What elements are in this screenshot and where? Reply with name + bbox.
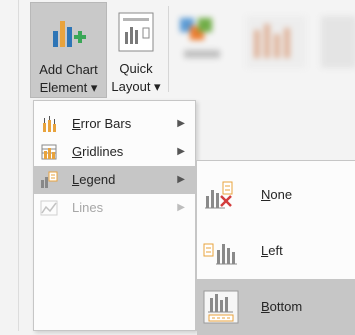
menu-item-gridlines[interactable]: Gridlines ▶ xyxy=(34,138,195,166)
legend-option-none[interactable]: None xyxy=(197,167,355,223)
menu-item-error-bars[interactable]: Error Bars ▶ xyxy=(34,110,195,138)
gridlines-icon xyxy=(41,144,57,160)
chart-ribbon: Add Chart Element ▾ Quick Layout ▾ xyxy=(0,0,355,331)
legend-option-left-label: Left xyxy=(261,243,283,258)
quick-layout-label-2: Layout ▾ xyxy=(111,79,161,94)
add-chart-element-label-2: Element ▾ xyxy=(39,80,98,95)
add-chart-element-button[interactable]: Add Chart Element ▾ xyxy=(30,2,107,98)
quick-layout-button[interactable]: Quick Layout ▾ xyxy=(108,2,164,98)
add-chart-element-menu: Error Bars ▶ Gridlines ▶ Legend ▶ Lines … xyxy=(33,100,196,331)
lines-icon xyxy=(40,200,58,216)
legend-option-bottom[interactable]: Bottom xyxy=(197,279,355,335)
quick-layout-icon xyxy=(118,12,154,52)
legend-none-icon xyxy=(205,181,233,209)
menu-item-legend-label: Legend xyxy=(72,172,116,187)
menu-item-error-bars-label: Error Bars xyxy=(72,116,132,131)
menu-item-lines-label: Lines xyxy=(72,200,104,215)
add-chart-element-label-1: Add Chart xyxy=(39,62,98,77)
legend-icon xyxy=(41,171,58,188)
submenu-arrow-icon: ▶ xyxy=(177,202,185,213)
legend-option-bottom-label: Bottom xyxy=(261,299,303,314)
quick-layout-label-1: Quick xyxy=(119,61,153,76)
add-chart-element-icon xyxy=(53,21,86,47)
menu-item-lines: Lines ▶ xyxy=(34,194,195,222)
legend-submenu: None Left Bottom xyxy=(196,160,355,335)
legend-option-none-label: None xyxy=(261,187,293,202)
legend-option-left[interactable]: Left xyxy=(197,223,355,279)
menu-item-gridlines-label: Gridlines xyxy=(72,144,124,159)
ribbon-edge xyxy=(18,0,19,331)
ribbon-separator xyxy=(168,6,169,92)
menu-item-legend[interactable]: Legend ▶ xyxy=(34,166,195,194)
legend-bottom-icon xyxy=(203,290,239,324)
chart-styles-gallery xyxy=(180,16,355,68)
submenu-arrow-icon: ▶ xyxy=(177,146,185,157)
legend-left-icon xyxy=(203,243,237,265)
submenu-arrow-icon: ▶ xyxy=(177,118,185,129)
error-bars-icon xyxy=(43,116,56,132)
submenu-arrow-icon: ▶ xyxy=(177,174,185,185)
